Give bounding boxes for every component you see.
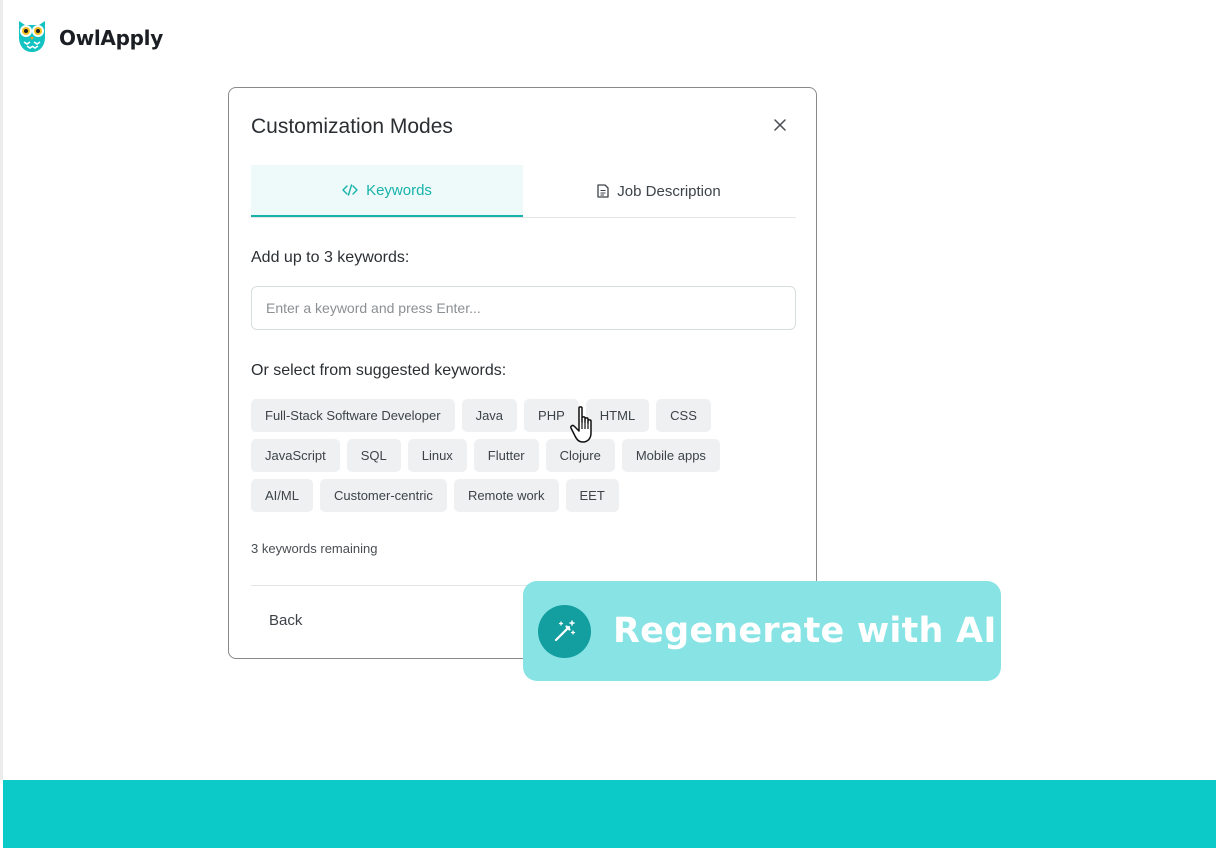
close-icon: [774, 118, 786, 136]
suggested-keywords-label: Or select from suggested keywords:: [251, 362, 507, 379]
keyword-chip[interactable]: Clojure: [545, 439, 615, 472]
regenerate-with-ai-button[interactable]: Regenerate with AI: [523, 581, 1001, 681]
keywords-remaining-text: 3 keywords remaining: [251, 541, 378, 556]
tab-job-description-label: Job Description: [617, 182, 721, 200]
magic-wand-icon: [538, 604, 591, 658]
modal-title: Customization Modes: [251, 115, 453, 138]
keyword-chip[interactable]: Customer-centric: [319, 479, 447, 512]
chip-row: Full-Stack Software Developer Java PHP H…: [251, 399, 796, 432]
keyword-chip[interactable]: PHP: [524, 399, 579, 432]
keyword-chip[interactable]: Remote work: [453, 479, 559, 512]
keyword-chip[interactable]: Flutter: [473, 439, 539, 472]
brand-logo[interactable]: OwlApply: [15, 17, 163, 58]
bottom-accent-band: [3, 780, 1216, 848]
keyword-chip[interactable]: SQL: [346, 439, 401, 472]
keyword-chip[interactable]: CSS: [656, 399, 711, 432]
add-keywords-label: Add up to 3 keywords:: [251, 249, 410, 266]
tab-keywords[interactable]: Keywords: [251, 165, 523, 217]
keyword-chip[interactable]: JavaScript: [251, 439, 340, 472]
keyword-chip[interactable]: HTML: [585, 399, 650, 432]
customization-modal: Customization Modes Keywords Job Descrip…: [228, 87, 817, 659]
keyword-input[interactable]: [251, 286, 796, 330]
keyword-chip[interactable]: Java: [461, 399, 518, 432]
keyword-chip[interactable]: Linux: [407, 439, 467, 472]
tab-job-description[interactable]: Job Description: [523, 165, 795, 217]
regenerate-label: Regenerate with AI: [613, 611, 997, 651]
keyword-chip[interactable]: EET: [565, 479, 619, 512]
chip-row: JavaScript SQL Linux Flutter Clojure Mob…: [251, 439, 796, 472]
keyword-chip[interactable]: AI/ML: [251, 479, 313, 512]
owl-logo-icon: [15, 17, 49, 58]
chip-row: AI/ML Customer-centric Remote work EET: [251, 479, 796, 512]
brand-name: OwlApply: [59, 25, 163, 50]
left-edge-divider: [0, 0, 3, 780]
code-icon: [342, 184, 358, 196]
close-button[interactable]: [769, 116, 791, 138]
keyword-chip[interactable]: Mobile apps: [621, 439, 720, 472]
keyword-chip[interactable]: Full-Stack Software Developer: [251, 399, 455, 432]
mode-tabs: Keywords Job Description: [251, 165, 796, 218]
tab-keywords-label: Keywords: [366, 181, 432, 199]
back-button[interactable]: Back: [251, 603, 320, 637]
suggested-keyword-chips: Full-Stack Software Developer Java PHP H…: [251, 399, 796, 519]
document-icon: [597, 184, 609, 198]
